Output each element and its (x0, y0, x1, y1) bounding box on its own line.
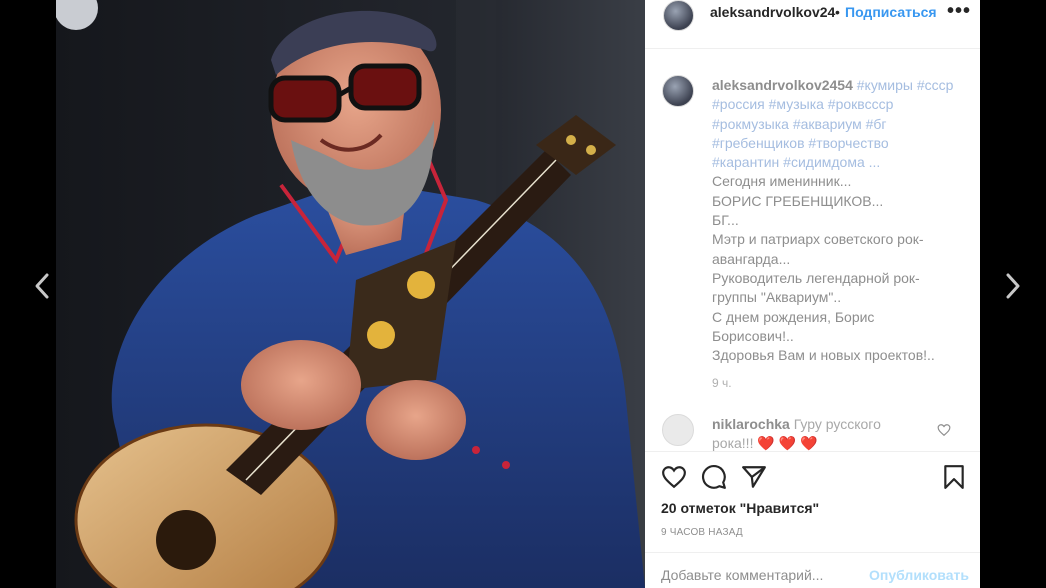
author-username[interactable]: aleksandrvolkov24 (710, 4, 835, 20)
heart-icon[interactable] (661, 464, 687, 490)
comment-bubble-icon[interactable] (701, 464, 727, 490)
hashtags[interactable]: #россия #музыка #роквссср (712, 95, 962, 114)
caption-line: Руководитель легендарной рок- (712, 269, 920, 286)
chevron-right-icon (1006, 273, 1020, 299)
hashtags[interactable]: #кумиры #ссср (857, 77, 954, 93)
add-comment-input[interactable] (661, 567, 851, 583)
bookmark-icon[interactable] (941, 464, 967, 490)
commenter-avatar[interactable] (662, 414, 694, 446)
caption-line: С днем рождения, Борис (712, 308, 875, 325)
caption-line: Борисович!.. (712, 327, 794, 344)
previous-post-button[interactable] (30, 272, 54, 300)
post-header: aleksandrvolkov24 • Подписаться ••• (645, 0, 980, 49)
caption: aleksandrvolkov2454 #кумиры #ссср #росси… (712, 76, 962, 365)
comment-text: Гуру русского (793, 416, 881, 432)
comment: niklarochka Гуру русского рока!!! ❤️ ❤️ … (712, 415, 932, 451)
caption-line: Мэтр и патриарх советского рок- (712, 231, 924, 248)
caption-time[interactable]: 9 ч. (712, 376, 732, 390)
post-sidebar: aleksandrvolkov24 • Подписаться ••• alek… (645, 0, 980, 588)
caption-line: группы "Аквариум".. (712, 289, 842, 306)
caption-line: БОРИС ГРЕБЕНЩИКОВ... (712, 192, 884, 209)
hashtags[interactable]: #карантин #сидимдома ... (712, 153, 962, 172)
comment-text: рока!!! ❤️ ❤️ ❤️ (712, 435, 818, 451)
follow-button[interactable]: Подписаться (845, 4, 937, 20)
paper-plane-icon[interactable] (741, 464, 767, 490)
next-post-button[interactable] (1001, 272, 1025, 300)
caption-line: авангарда... (712, 250, 791, 267)
comments-area[interactable]: aleksandrvolkov2454 #кумиры #ссср #росси… (645, 49, 980, 451)
add-comment-row: Опубликовать (645, 552, 980, 588)
caption-line: БГ... (712, 212, 739, 229)
chevron-left-icon (35, 273, 49, 299)
action-bar (645, 451, 980, 498)
caption-avatar[interactable] (662, 75, 694, 107)
more-options-icon[interactable]: ••• (947, 0, 971, 23)
post-photo (56, 0, 645, 588)
hashtags[interactable]: #гребенщиков #творчество (712, 134, 962, 153)
likes-count[interactable]: 20 отметок "Нравится" (661, 500, 819, 516)
hashtags[interactable]: #рокмузыка #аквариум #бг (712, 115, 962, 134)
caption-line: Сегодня именинник... (712, 173, 852, 190)
separator-dot: • (835, 4, 840, 20)
post-timestamp[interactable]: 9 часов назад (661, 527, 743, 538)
guitarist-photo (56, 0, 645, 588)
publish-comment-button[interactable]: Опубликовать (869, 567, 969, 583)
caption-username[interactable]: aleksandrvolkov2454 (712, 77, 853, 93)
caption-line: Здоровья Вам и новых проектов!.. (712, 347, 935, 364)
author-avatar[interactable] (663, 0, 694, 31)
like-comment-heart-icon[interactable] (937, 423, 951, 437)
commenter-username[interactable]: niklarochka (712, 416, 790, 432)
